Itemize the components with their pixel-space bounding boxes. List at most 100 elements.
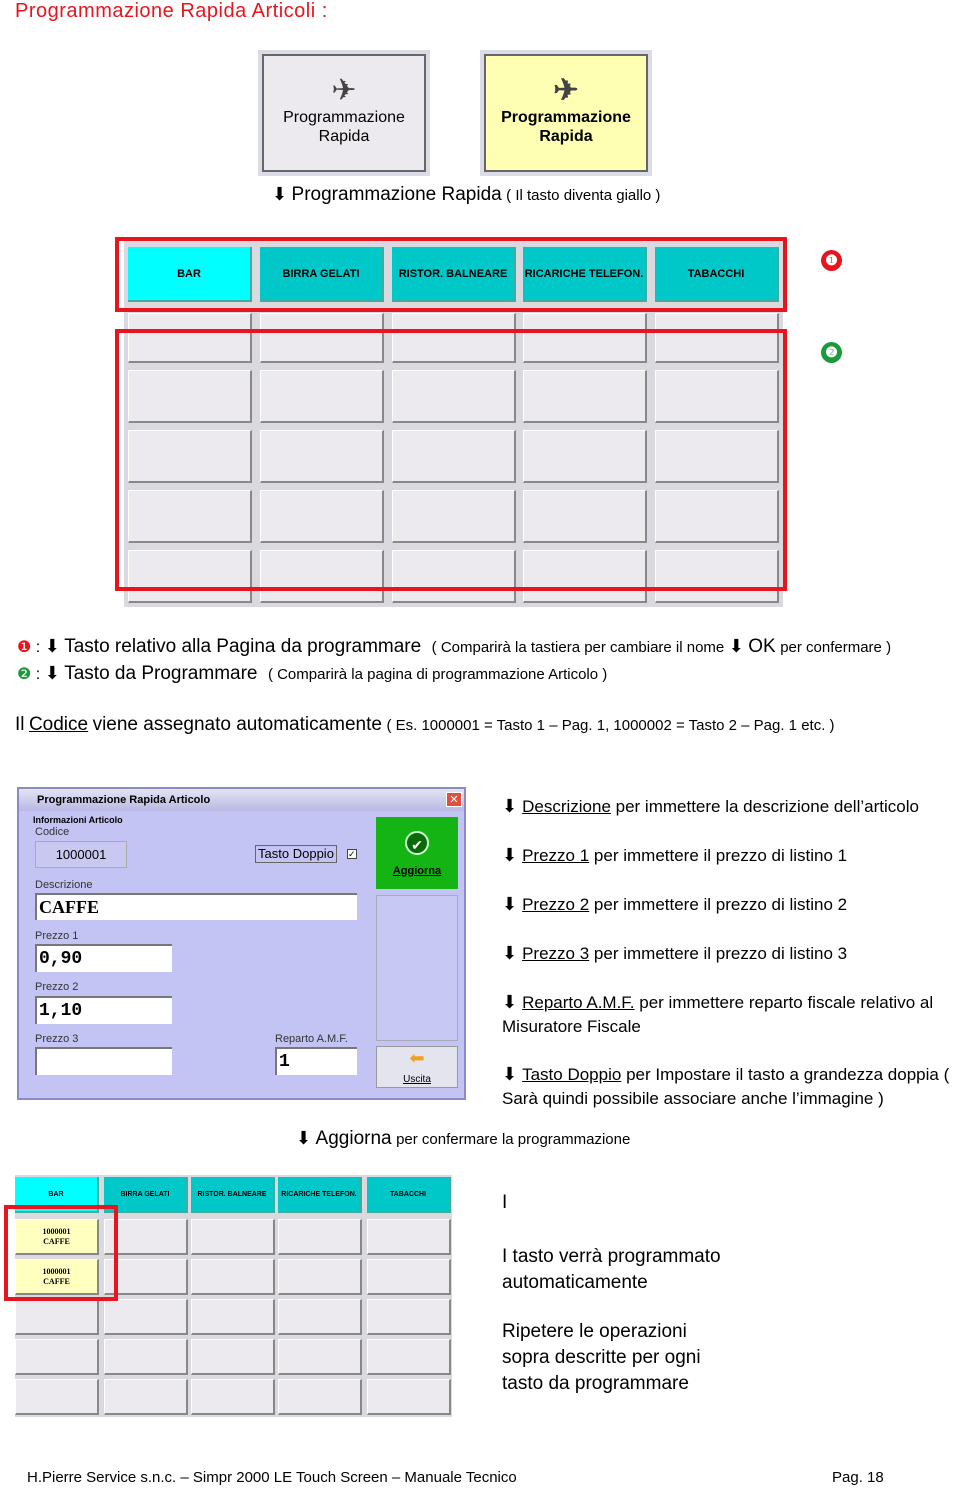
aggiorna-label: Aggiorna bbox=[392, 865, 442, 877]
ok-text: OK bbox=[748, 636, 776, 657]
note-text: Tasto relativo alla Pagina da programmar… bbox=[64, 636, 422, 657]
highlight-programmed bbox=[4, 1205, 118, 1301]
field-description: ⬇ Tasto Doppio per Impostare il tasto a … bbox=[502, 1062, 960, 1111]
result-text: I tasto verrà programmato automaticament… bbox=[502, 1246, 721, 1293]
empty-panel bbox=[376, 895, 458, 1041]
key-button[interactable] bbox=[191, 1259, 275, 1295]
codice-field: 1000001 bbox=[35, 841, 127, 868]
tasto-doppio-checkbox[interactable]: ✓ bbox=[347, 849, 357, 859]
field-link: Prezzo 3 bbox=[522, 944, 590, 963]
text: viene assegnato automaticamente bbox=[92, 714, 382, 735]
reparto-label: Reparto A.M.F. bbox=[275, 1033, 348, 1045]
arrow-down-icon: ⬇ bbox=[44, 663, 60, 683]
key-button[interactable] bbox=[278, 1219, 362, 1255]
programmazione-rapida-button[interactable]: ✈ Programmazione Rapida bbox=[258, 50, 430, 176]
arrow-down-icon: ⬇ bbox=[502, 894, 523, 914]
note-detail: ( Comparirà la tastiera per cambiare il … bbox=[431, 639, 725, 656]
key-button[interactable] bbox=[191, 1219, 275, 1255]
field-description: ⬇ Prezzo 3 per immettere il prezzo di li… bbox=[502, 941, 960, 966]
arrow-down-icon: ⬇ bbox=[502, 1064, 523, 1084]
programmazione-rapida-button-active[interactable]: ✈ Programmazione Rapida bbox=[480, 50, 652, 176]
key-button[interactable] bbox=[15, 1339, 99, 1375]
note-detail: ( Es. 1000001 = Tasto 1 – Pag. 1, 100000… bbox=[386, 717, 835, 734]
prezzo2-input[interactable]: 1,10 bbox=[35, 996, 172, 1024]
note-text: Tasto da Programmare bbox=[64, 663, 258, 684]
field-text: per immettere il prezzo di listino 3 bbox=[593, 944, 848, 963]
key-button[interactable] bbox=[367, 1219, 451, 1255]
dialog-title: Programmazione Rapida Articolo bbox=[19, 789, 464, 811]
key-button[interactable] bbox=[104, 1299, 188, 1335]
prezzo1-label: Prezzo 1 bbox=[35, 930, 79, 942]
aggiorna-button[interactable]: ✔ Aggiorna bbox=[376, 817, 458, 889]
key-button[interactable] bbox=[15, 1379, 99, 1415]
aggiorna-note: per confermare la programmazione bbox=[396, 1131, 631, 1148]
key-button[interactable] bbox=[15, 1299, 99, 1335]
tab-page[interactable]: TABACCHI bbox=[367, 1177, 451, 1213]
marker-2: ❷ bbox=[821, 342, 842, 363]
exit-icon: ⬅ bbox=[409, 1048, 425, 1068]
result-text: Ripetere le operazioni sopra descritte p… bbox=[502, 1321, 701, 1394]
marker-1: ❶ bbox=[821, 250, 842, 271]
note-detail: ( Comparirà la pagina di programmazione … bbox=[267, 666, 608, 683]
footer-doc: – Simpr 2000 LE Touch Screen – Manuale T… bbox=[180, 1469, 517, 1486]
prezzo3-label: Prezzo 3 bbox=[35, 1033, 79, 1045]
arrow-down-icon: ⬇ bbox=[296, 1128, 312, 1148]
key-button[interactable] bbox=[191, 1379, 275, 1415]
arrow-down-icon: ⬇ bbox=[502, 943, 523, 963]
field-description: ⬇ Reparto A.M.F. per immettere reparto f… bbox=[502, 990, 960, 1039]
programmazione-dialog: Programmazione Rapida Articolo ✕ Informa… bbox=[17, 787, 466, 1100]
caption: Programmazione Rapida bbox=[291, 184, 502, 205]
arrow-down-icon: ⬇ bbox=[44, 636, 60, 656]
highlight-tabs bbox=[115, 237, 787, 312]
key-button[interactable] bbox=[278, 1339, 362, 1375]
highlight-keys bbox=[115, 329, 787, 591]
arrow-down-icon: ⬇ bbox=[502, 845, 523, 865]
airplane-icon: ✈ bbox=[553, 73, 579, 107]
key-button[interactable] bbox=[367, 1259, 451, 1295]
group-label: Informazioni Articolo bbox=[33, 815, 123, 825]
check-icon: ✔ bbox=[405, 831, 429, 855]
tab-page[interactable]: RICARICHE TELEFON. bbox=[278, 1177, 362, 1213]
key-button[interactable] bbox=[191, 1339, 275, 1375]
key-button[interactable] bbox=[278, 1379, 362, 1415]
footer-company: H.Pierre Service s.n.c. bbox=[27, 1469, 177, 1486]
reparto-input[interactable]: 1 bbox=[275, 1047, 357, 1075]
key-button[interactable] bbox=[278, 1299, 362, 1335]
note-2: ❷ : ⬇ Tasto da Programmare ( Comparirà l… bbox=[17, 663, 608, 684]
field-text: per immettere la descrizione dell’artico… bbox=[615, 797, 919, 816]
prezzo3-input[interactable] bbox=[35, 1047, 172, 1075]
codice-label: Codice bbox=[35, 826, 70, 838]
field-text: per immettere il prezzo di listino 2 bbox=[593, 895, 848, 914]
descrizione-input[interactable]: CAFFE bbox=[35, 893, 357, 920]
key-button[interactable] bbox=[104, 1379, 188, 1415]
text: Il bbox=[15, 714, 25, 735]
field-link: Prezzo 1 bbox=[522, 846, 590, 865]
close-icon[interactable]: ✕ bbox=[446, 792, 462, 807]
codice-link: Codice bbox=[28, 714, 89, 735]
field-description: ⬇ Descrizione per immettere la descrizio… bbox=[502, 794, 960, 819]
arrow-down-icon: ⬇ bbox=[728, 636, 744, 656]
uscita-label: Uscita bbox=[403, 1074, 431, 1085]
key-button[interactable] bbox=[367, 1379, 451, 1415]
key-button[interactable] bbox=[104, 1339, 188, 1375]
key-button[interactable] bbox=[278, 1259, 362, 1295]
arrow-down-icon: ⬇ bbox=[502, 796, 523, 816]
tab-page[interactable]: RISTOR. BALNEARE bbox=[191, 1177, 275, 1213]
tasto-doppio-label[interactable]: Tasto Doppio bbox=[255, 845, 337, 863]
field-link: Reparto A.M.F. bbox=[522, 993, 635, 1012]
page-title: Programmazione Rapida Articoli : bbox=[15, 0, 328, 22]
key-button[interactable] bbox=[191, 1299, 275, 1335]
arrow-down-icon: ⬇ bbox=[272, 184, 288, 204]
caption-note: ( Il tasto diventa giallo ) bbox=[506, 187, 661, 204]
key-button[interactable] bbox=[367, 1299, 451, 1335]
uscita-button[interactable]: ⬅ Uscita bbox=[376, 1046, 458, 1088]
button-label: Programmazione Rapida bbox=[283, 108, 405, 145]
aggiorna-text: Aggiorna bbox=[315, 1128, 392, 1149]
page-number: Pag. 18 bbox=[832, 1469, 884, 1486]
key-button[interactable] bbox=[367, 1339, 451, 1375]
note-detail: per confermare ) bbox=[780, 639, 892, 656]
button-label: Programmazione Rapida bbox=[501, 108, 631, 145]
prezzo1-input[interactable]: 0,90 bbox=[35, 944, 172, 972]
codice-note: Il Codice viene assegnato automaticament… bbox=[15, 714, 835, 736]
text: I bbox=[502, 1192, 508, 1213]
